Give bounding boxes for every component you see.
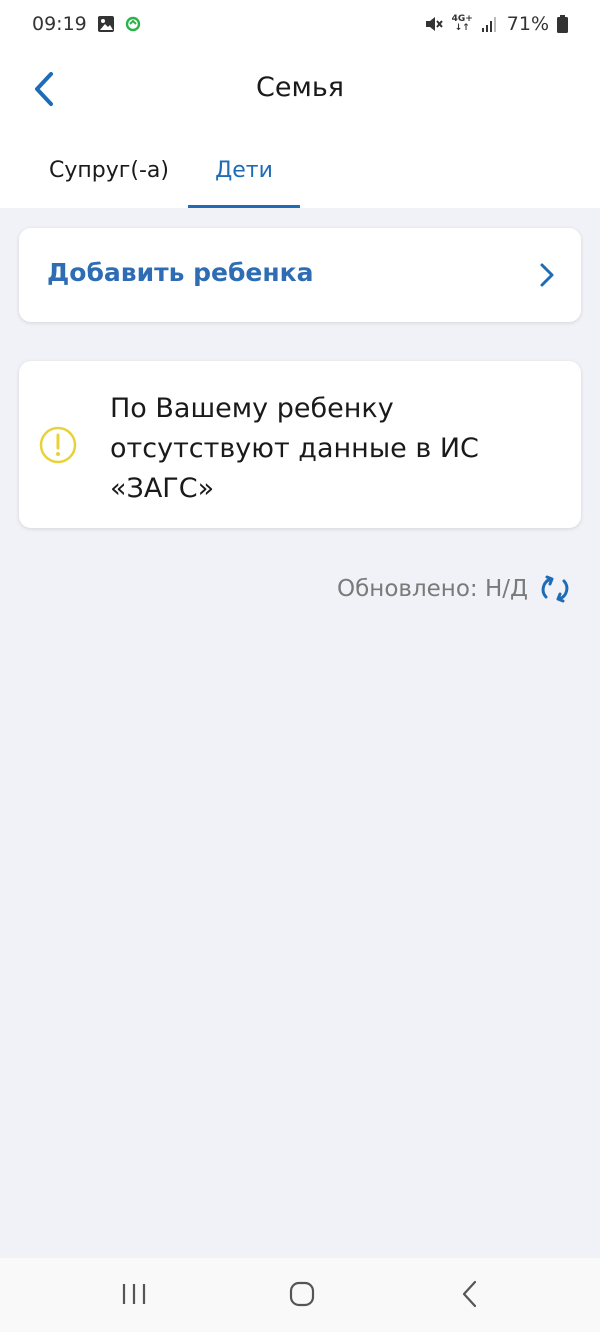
tab-children[interactable]: Дети [188,132,300,208]
chevron-right-icon [540,263,554,287]
home-icon [289,1281,315,1307]
updated-text: Обновлено: Н/Д [337,576,528,602]
recents-button[interactable] [104,1274,164,1314]
battery-percent: 71% [506,13,549,35]
battery-icon [557,15,568,33]
active-tab-indicator [188,205,300,208]
app-bar: Семья [0,48,600,132]
network-indicator: 4G+ ↓↑ [452,15,473,33]
recents-icon [122,1284,146,1304]
system-nav-bar [0,1258,600,1332]
tab-spouse[interactable]: Супруг(-а) [32,132,186,208]
status-right: 4G+ ↓↑ 71% [424,13,568,35]
add-child-button[interactable]: Добавить ребенка [19,228,581,322]
warning-icon [39,426,77,464]
home-button[interactable] [272,1274,332,1314]
info-card: По Вашему ребенку отсутствуют данные в И… [19,361,581,528]
refresh-icon [541,575,569,603]
add-child-label: Добавить ребенка [47,258,314,287]
image-icon [97,15,115,33]
updated-row: Обновлено: Н/Д [337,572,572,606]
signal-icon [481,16,499,32]
page-title: Семья [256,72,344,103]
tab-bar: Супруг(-а) Дети [0,132,600,208]
sync-icon [125,16,141,32]
nav-back-button[interactable] [440,1274,500,1314]
status-time: 09:19 [32,13,87,35]
info-message: По Вашему ребенку отсутствуют данные в И… [110,393,479,504]
status-bar: 09:19 4G+ ↓↑ 71% [0,0,600,48]
status-left: 09:19 [32,13,141,35]
mute-icon [424,15,444,33]
nav-back-icon [462,1280,477,1308]
refresh-button[interactable] [538,572,572,606]
network-arrows: ↓↑ [454,23,470,33]
